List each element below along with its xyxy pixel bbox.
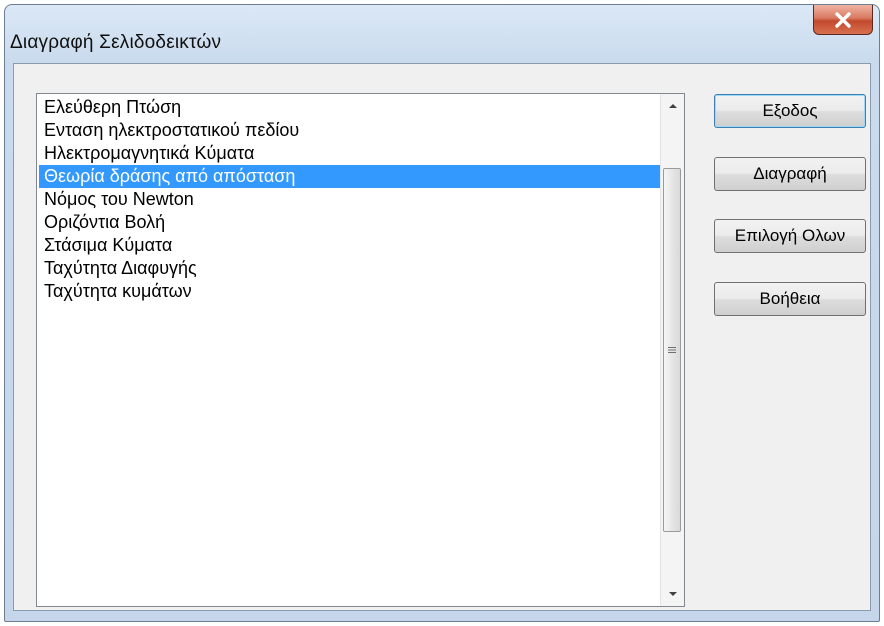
close-button[interactable] (813, 5, 873, 35)
bookmarks-list: Ελεύθερη Πτώση Ενταση ηλεκτροστατικού πεδ… (39, 96, 661, 303)
scroll-up-button[interactable] (661, 94, 684, 118)
delete-bookmarks-dialog: Διαγραφή Σελιδοδεικτών Ελεύθερη Πτώση Εντ… (4, 4, 880, 622)
help-button[interactable]: Βοήθεια (714, 282, 866, 316)
grip-icon (668, 347, 676, 353)
list-item[interactable]: Νόμος του Newton (39, 188, 661, 211)
select-all-button[interactable]: Επιλογή Ολων (714, 219, 866, 253)
list-item[interactable]: Ταχύτητα κυμάτων (39, 280, 661, 303)
list-item[interactable]: Ενταση ηλεκτροστατικού πεδίου (39, 119, 661, 142)
vertical-scrollbar[interactable] (660, 94, 684, 606)
scroll-down-arrow-icon (668, 592, 677, 596)
dialog-body: Ελεύθερη Πτώση Ενταση ηλεκτροστατικού πεδ… (13, 63, 871, 611)
scroll-down-button[interactable] (661, 582, 684, 606)
list-item[interactable]: Οριζόντια Βολή (39, 211, 661, 234)
exit-button[interactable]: Εξοδος (714, 94, 866, 128)
dialog-title: Διαγραφή Σελιδοδεικτών (10, 32, 222, 53)
scroll-up-arrow-icon (668, 104, 677, 108)
title-bar[interactable]: Διαγραφή Σελιδοδεικτών (5, 5, 879, 59)
list-item[interactable]: Στάσιμα Κύματα (39, 234, 661, 257)
list-item[interactable]: Ταχύτητα Διαφυγής (39, 257, 661, 280)
scroll-thumb[interactable] (663, 168, 681, 532)
list-item[interactable]: Θεωρία δράσης από απόσταση (39, 165, 661, 188)
delete-button[interactable]: Διαγραφή (714, 157, 866, 191)
list-item[interactable]: Ελεύθερη Πτώση (39, 96, 661, 119)
bookmarks-listbox[interactable]: Ελεύθερη Πτώση Ενταση ηλεκτροστατικού πεδ… (36, 93, 685, 607)
list-item[interactable]: Ηλεκτρομαγνητικά Κύματα (39, 142, 661, 165)
close-x-icon (835, 11, 851, 28)
